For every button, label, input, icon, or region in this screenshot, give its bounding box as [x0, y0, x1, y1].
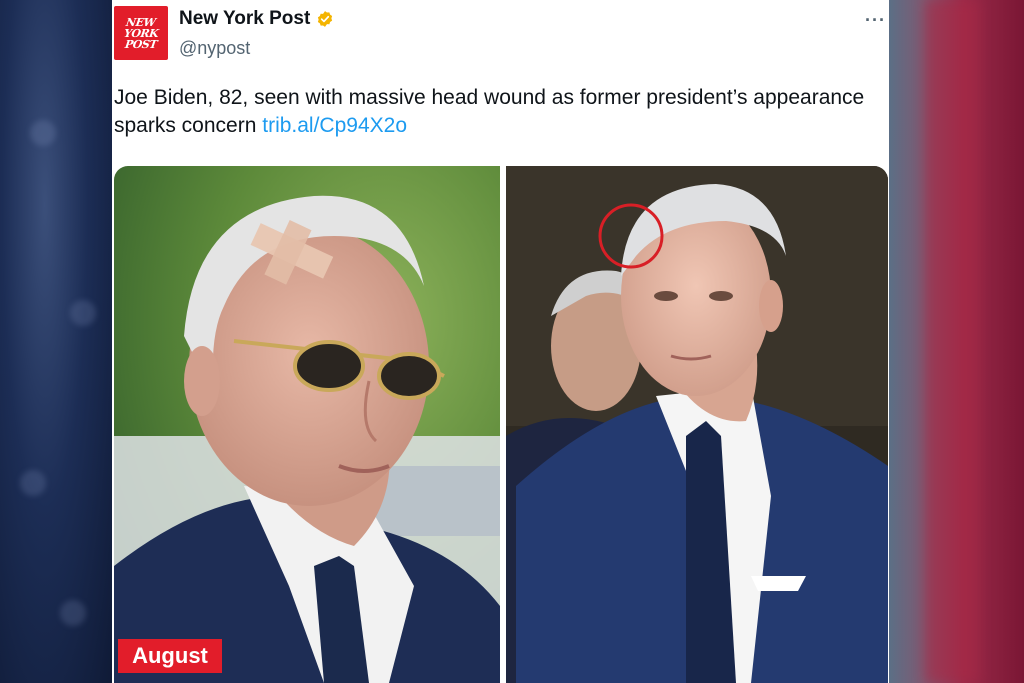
avatar-logo-line-1: NEW — [125, 15, 157, 29]
tweet-card: NEW YORK POST New York Post @nypost ··· … — [112, 0, 889, 683]
verified-badge-icon — [318, 11, 333, 27]
background-right — [889, 0, 1024, 683]
media-grid[interactable]: August — [114, 166, 888, 683]
tweet-link[interactable]: trib.al/Cp94X2o — [262, 114, 407, 137]
tweet-body: Joe Biden, 82, seen with massive head wo… — [114, 86, 865, 137]
avatar-logo-line-3: POST — [124, 37, 158, 51]
photo-right[interactable] — [506, 166, 888, 683]
background-left — [0, 0, 112, 683]
avatar-logo-line-2: YORK — [123, 26, 159, 40]
avatar[interactable]: NEW YORK POST — [114, 6, 168, 60]
account-handle[interactable]: @nypost — [179, 38, 250, 59]
tweet-text: Joe Biden, 82, seen with massive head wo… — [114, 84, 874, 140]
display-name[interactable]: New York Post — [179, 8, 310, 30]
photo-left[interactable]: August — [114, 166, 500, 683]
author-row: New York Post — [179, 8, 334, 30]
photo-date-badge: August — [118, 639, 222, 673]
more-options-icon[interactable]: ··· — [865, 10, 886, 31]
